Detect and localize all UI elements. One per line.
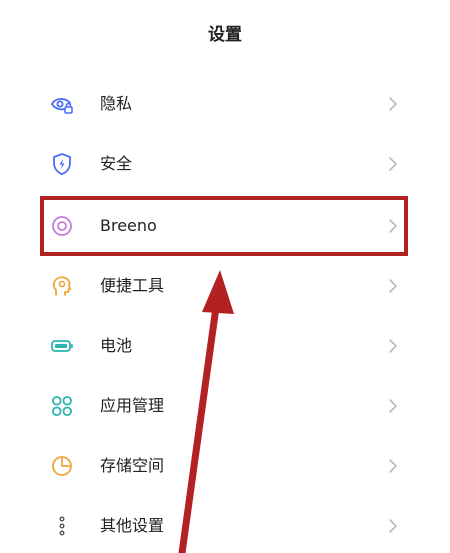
settings-item-convenience-tools[interactable]: 便捷工具 [24,256,420,316]
settings-item-label: 安全 [100,154,133,173]
settings-item-breeno[interactable]: Breeno [24,196,420,256]
chevron-right-icon [388,96,398,112]
page-title: 设置 [208,25,242,45]
settings-item-label: 其他设置 [100,516,165,535]
chevron-right-icon [388,458,398,474]
security-shield-icon [50,152,74,176]
chevron-right-icon [388,218,398,234]
settings-list: 隐私 安全 Breeno 便捷工具 电池 应用管理 存储空间 其他设置 [24,70,420,553]
settings-item-other-settings[interactable]: 其他设置 [24,496,420,553]
settings-item-app-management[interactable]: 应用管理 [24,376,420,436]
settings-item-label: 便捷工具 [100,276,165,295]
settings-item-battery[interactable]: 电池 [24,316,420,376]
settings-item-label: Breeno [100,216,157,235]
chevron-right-icon [388,278,398,294]
breeno-circle-icon [50,214,74,238]
chevron-right-icon [388,518,398,534]
settings-item-label: 存储空间 [100,456,165,475]
settings-screen: 设置 隐私 安全 Breeno 便捷工具 电池 应用管理 存储空间 其他设置 [0,0,450,553]
storage-pie-icon [50,454,74,478]
chevron-right-icon [388,156,398,172]
chevron-right-icon [388,338,398,354]
settings-item-label: 应用管理 [100,396,165,415]
privacy-eye-lock-icon [50,92,74,116]
settings-item-privacy[interactable]: 隐私 [24,74,420,134]
settings-item-label: 隐私 [100,94,133,113]
chevron-right-icon [388,398,398,414]
battery-icon [50,334,74,358]
other-settings-dots-icon [50,514,74,538]
convenience-tools-icon [50,274,74,298]
settings-item-security[interactable]: 安全 [24,134,420,194]
app-management-grid-icon [50,394,74,418]
settings-item-label: 电池 [100,336,133,355]
settings-item-storage[interactable]: 存储空间 [24,436,420,496]
